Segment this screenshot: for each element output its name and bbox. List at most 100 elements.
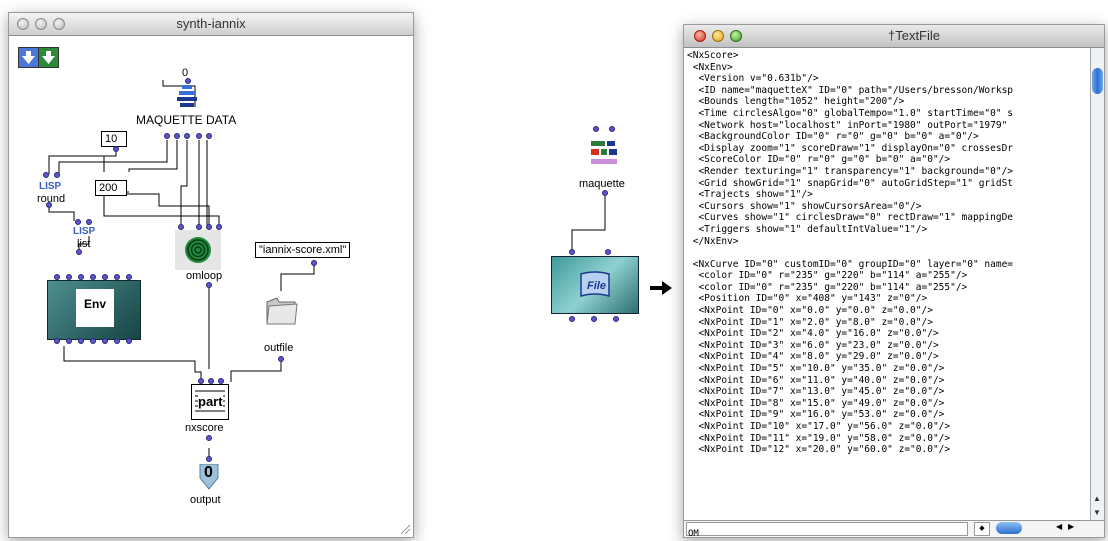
scroll-down-arrow-icon[interactable]: ▼: [1093, 508, 1101, 517]
file-box-outlet-3[interactable]: [613, 316, 619, 322]
scroll-thumb[interactable]: [1092, 68, 1103, 94]
file-box-inlet-1[interactable]: [569, 249, 575, 255]
scroll-left-arrow-icon[interactable]: ◀: [1056, 522, 1062, 531]
text-line: <Render texturing="1" transparency="1" b…: [687, 165, 1014, 177]
env-outlet-4[interactable]: [90, 338, 96, 344]
text-line: <Time circlesAlgo="0" globalTempo="1.0" …: [687, 107, 1014, 119]
number-box-10[interactable]: 10: [101, 131, 127, 147]
maquette-data-label: MAQUETTE DATA: [136, 113, 237, 127]
maquette-object[interactable]: maquette: [579, 126, 627, 196]
maquette-data-outlet-5[interactable]: [206, 133, 212, 139]
text-line: <ID name="maquetteX" ID="0" path="/Users…: [687, 84, 1014, 96]
round-inlet-2[interactable]: [54, 172, 60, 178]
list-inlet-1[interactable]: [75, 219, 81, 225]
text-line: <Bounds length="1052" height="200"/>: [687, 96, 905, 108]
maquette-data-outlet-3[interactable]: [184, 133, 190, 139]
text-line: <NxPoint ID="11" x="19.0" y="58.0" z="0.…: [687, 432, 951, 444]
text-line: <NxPoint ID="7" x="13.0" y="45.0" z="0.0…: [687, 386, 945, 398]
nxscore-label: nxscore: [185, 422, 224, 434]
textfile-window-title: †TextFile: [887, 28, 941, 43]
list-outlet[interactable]: [76, 249, 82, 255]
text-line: <color ID="0" r="235" g="220" b="114" a=…: [687, 281, 968, 293]
file-box[interactable]: File: [551, 249, 639, 322]
file-icon: File: [580, 271, 610, 297]
folder-icon[interactable]: [265, 294, 299, 328]
part-label: part: [198, 394, 223, 409]
patch-window: synth-iannix 0 MAQUETTE DATA 10 LISP rou…: [8, 12, 414, 538]
text-line: <ScoreColor ID="0" r="0" g="0" b="0" a="…: [687, 154, 951, 166]
maquette-data-inlet[interactable]: [185, 78, 191, 84]
resize-grip-icon[interactable]: [399, 523, 411, 535]
scroll-right-arrow-icon[interactable]: ▶: [1068, 522, 1074, 531]
maquette-inlet-2[interactable]: [609, 126, 615, 132]
maquette-data-outlet-1[interactable]: [164, 133, 170, 139]
file-box-body[interactable]: File: [551, 256, 639, 314]
vertical-scrollbar[interactable]: ▲ ▼: [1090, 48, 1104, 521]
number-10-outlet[interactable]: [113, 146, 119, 152]
env-outlet-7[interactable]: [126, 338, 132, 344]
status-stepper[interactable]: ◆: [974, 522, 990, 536]
file-box-inlet-2[interactable]: [605, 249, 611, 255]
env-outlet-5[interactable]: [102, 338, 108, 344]
maquette-icon[interactable]: [587, 137, 621, 171]
omloop-spiral-icon[interactable]: [183, 235, 213, 265]
round-lisp-icon[interactable]: LISP: [39, 181, 61, 192]
text-line: <NxPoint ID="2" x="4.0" y="16.0" z="0.0"…: [687, 328, 939, 340]
nxscore-outlet[interactable]: [206, 435, 212, 441]
output-value: 0: [204, 464, 213, 481]
output-inlet[interactable]: [206, 456, 212, 462]
status-field[interactable]: OM: [686, 522, 968, 539]
maquette-label: maquette: [579, 178, 625, 190]
outfile-outlet[interactable]: [278, 356, 284, 362]
omloop-outlet[interactable]: [206, 282, 212, 288]
file-box-outlet-1[interactable]: [569, 316, 575, 322]
horizontal-scroll-thumb[interactable]: [996, 522, 1022, 534]
omloop-label: omloop: [186, 270, 223, 282]
text-line: <NxPoint ID="0" x="0.0" y="0.0" z="0.0"/…: [687, 305, 933, 317]
patch-canvas[interactable]: 0 MAQUETTE DATA 10 LISP round 200 LISP l…: [9, 36, 413, 537]
text-line: <Version v="0.631b"/>: [687, 73, 819, 85]
text-line: <Curves show="1" circlesDraw="0" rectDra…: [687, 212, 1014, 224]
string-outlet[interactable]: [311, 260, 317, 266]
maquette-data-outlet-4[interactable]: [196, 133, 202, 139]
env-label: Env: [83, 297, 106, 311]
file-icon-text: File: [587, 280, 606, 292]
file-box-outlet-2[interactable]: [591, 316, 597, 322]
number-box-200[interactable]: 200: [95, 180, 127, 196]
close-button[interactable]: [694, 30, 706, 42]
scroll-up-arrow-icon[interactable]: ▲: [1093, 494, 1101, 503]
text-line: <NxPoint ID="10" x="17.0" y="56.0" z="0.…: [687, 421, 951, 432]
text-line: <Cursors show="1" showCursorsArea="0"/>: [687, 200, 922, 212]
list-inlet-2[interactable]: [86, 219, 92, 225]
maquette-data-icon[interactable]: [174, 85, 200, 111]
text-line: <NxPoint ID="9" x="16.0" y="53.0" z="0.0…: [687, 409, 945, 421]
minimize-button[interactable]: [712, 30, 724, 42]
env-outlet-1[interactable]: [54, 338, 60, 344]
env-outlet-6[interactable]: [114, 338, 120, 344]
maquette-data-outlet-2[interactable]: [174, 133, 180, 139]
arrow-down-blue-icon[interactable]: [18, 47, 39, 68]
status-text: OM: [688, 529, 699, 539]
textfile-window-titlebar[interactable]: †TextFile: [684, 25, 1104, 48]
text-line: <Network host="localhost" inPort="1980" …: [687, 119, 1008, 131]
env-outlet-3[interactable]: [78, 338, 84, 344]
maquette-inlet-1[interactable]: [593, 126, 599, 132]
string-box-filename[interactable]: "iannix-score.xml": [255, 242, 351, 258]
round-outlet[interactable]: [46, 202, 52, 208]
status-bar: OM ◆ ◀ ▶: [684, 520, 1104, 539]
list-lisp-icon[interactable]: LISP: [73, 226, 95, 237]
text-line: <Trajects show="1"/>: [687, 189, 813, 201]
patch-window-title: synth-iannix: [176, 16, 246, 31]
env-box[interactable]: Env: [47, 280, 141, 340]
textfile-content[interactable]: <NxScore> <NxEnv> <Version v="0.631b"/> …: [684, 48, 1104, 539]
env-outlet-2[interactable]: [66, 338, 72, 344]
xml-text-body[interactable]: <NxScore> <NxEnv> <Version v="0.631b"/> …: [687, 50, 1085, 520]
text-line: </NxEnv>: [687, 235, 739, 247]
round-inlet-1[interactable]: [43, 172, 49, 178]
text-line: <NxPoint ID="6" x="11.0" y="40.0" z="0.0…: [687, 374, 945, 386]
arrow-down-green-icon[interactable]: [38, 47, 59, 68]
text-line: <Grid showGrid="1" snapGrid="0" autoGrid…: [687, 177, 1014, 189]
patch-window-titlebar[interactable]: synth-iannix: [9, 13, 413, 36]
text-line: <BackgroundColor ID="0" r="0" g="0" b="0…: [687, 131, 979, 143]
nxscore-box[interactable]: part: [191, 384, 229, 420]
